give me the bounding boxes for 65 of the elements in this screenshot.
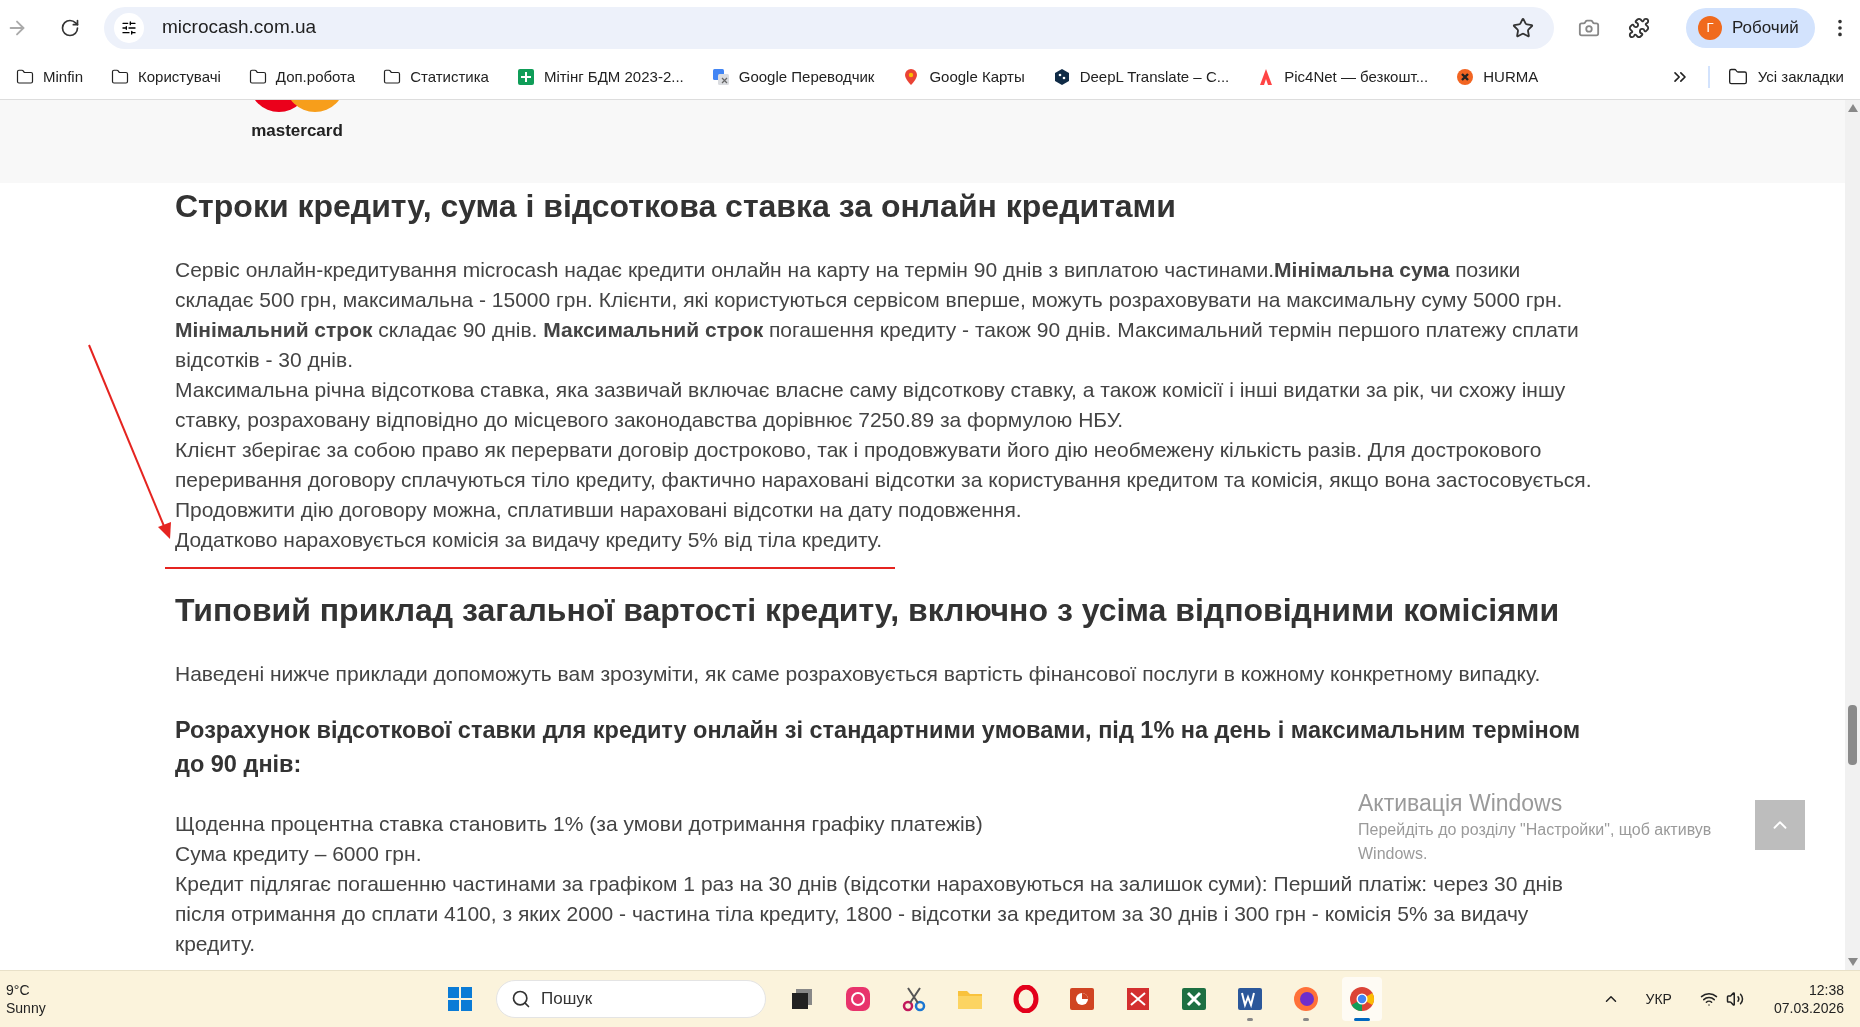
- scrollbar[interactable]: [1845, 100, 1860, 970]
- cross-icon: [1456, 68, 1475, 86]
- activation-text: Windows.: [1358, 844, 1429, 864]
- bookmark-link[interactable]: Pic4Net — безкошт...: [1257, 65, 1429, 89]
- scrollbar-thumb[interactable]: [1848, 705, 1857, 765]
- site-settings-icon[interactable]: [114, 12, 144, 43]
- paragraph: Продовжити дію договору можна, сплативши нараховані відсотки на дату подовження.: [175, 497, 1022, 523]
- scissors-icon: [900, 985, 928, 1013]
- wifi-icon[interactable]: [1699, 990, 1718, 1008]
- rounded-square-icon: [844, 985, 872, 1013]
- url-text: microcash.com.ua: [162, 15, 318, 40]
- paragraph: Клієнт зберігає за собою право як перервати договір достроково, так і продовжувати його дію необмежену кількість разів. Для дострокового переривання договору сплачуються тіло кредиту, фактично нараховані відсотки за користування кредитом та комісія, якщо вона застосовується.: [175, 437, 1593, 493]
- bookmark-link[interactable]: HURMA: [1456, 65, 1539, 89]
- folder-icon: [111, 68, 129, 86]
- activation-text: Перейдіть до розділу "Настройки", щоб активув: [1358, 820, 1712, 840]
- folder-icon: [16, 68, 34, 86]
- mastercard-logo: mastercard: [242, 100, 352, 140]
- presentation-icon: [1068, 985, 1096, 1013]
- subsection-heading: Розрахунок відсоткової ставки для кредиту онлайн зі стандартними умовами, під 1% на день і максимальним терміном до 90 днів:: [175, 716, 1582, 779]
- paragraph: Додатково нараховується комісія за видачу кредиту 5% від тіла кредиту.: [175, 527, 882, 553]
- bookmark-link[interactable]: Статистика: [383, 65, 489, 89]
- address-bar[interactable]: microcash.com.ua: [104, 6, 1554, 49]
- paragraph: Кредит підлягає погашенню частинами за графіком 1 раз на 30 днів (відсотки нараховуються на залишок суми): Перший платіж: через 30 днів після отримання до сплати 4100, з яких 2000 - частина тіла кредиту, 1800 - відсотки за кредитом за 30 днів і 300 грн - комісія 5% за видачу кредиту.: [175, 871, 1564, 957]
- profile-button[interactable]: Г Робочий: [1686, 7, 1815, 48]
- section-heading: Типовий приклад загальної вартості кредиту, включно з усіма відповідними комісіями: [175, 591, 1561, 629]
- bookmark-link[interactable]: Користувачі: [111, 65, 221, 89]
- profile-avatar: Г: [1698, 15, 1722, 40]
- reload-icon[interactable]: [60, 17, 80, 38]
- scroll-down-icon[interactable]: [1847, 958, 1858, 966]
- folder-icon: [248, 68, 267, 86]
- clock-time[interactable]: 12:38: [1808, 981, 1844, 999]
- scroll-up-icon[interactable]: [1847, 104, 1858, 112]
- bookmark-link[interactable]: Доп.робота: [248, 65, 356, 89]
- paragraph: Сервіс онлайн-кредитування microcash надає кредити онлайн на карту на термін 90 днів з виплатою частинами.Мінімальна сума позики складає 500 грн, максимальна - 15000 грн. Клієнти, які користуються сервісом вперше, можуть розраховувати на максимальну суму 5000 грн. Мінімальний строк складає 90 днів. Максимальний строк погашення кредиту - також 90 днів. Максимальний термін першого платежу сплати відсотків - 30 днів.: [175, 257, 1580, 373]
- bookmark-link[interactable]: Google Карты: [902, 65, 1025, 89]
- activation-title: Активація Windows: [1358, 789, 1564, 818]
- search-icon: [511, 989, 531, 1009]
- bookmark-star-icon[interactable]: [1512, 16, 1534, 39]
- fox-globe-icon: [1292, 985, 1320, 1013]
- extensions-icon[interactable]: [1628, 16, 1650, 39]
- section-heading: Строки кредиту, сума і відсоткова ставка за онлайн кредитами: [175, 187, 1177, 225]
- clock-date[interactable]: 07.03.2026: [1773, 999, 1844, 1017]
- bookmark-link[interactable]: Google Переводчик: [711, 65, 875, 89]
- weather-condition[interactable]: Sunny: [6, 999, 126, 1017]
- paragraph: Сума кредиту – 6000 грн.: [175, 841, 422, 867]
- paragraph: Наведені нижче приклади допоможуть вам зрозуміти, як саме розраховується вартість фінансової послуги в кожному конкретному випадку.: [175, 661, 1541, 687]
- hexagon-icon: [1052, 68, 1071, 86]
- weather-temperature[interactable]: 9°C: [6, 981, 126, 999]
- paragraph: Максимальна річна відсоткова ставка, яка зазвичай включає власне саму відсоткову ставку, а також комісії і інші видатки за рік, чи схожу іншу ставку, розраховану відповідно до місцевого законодавства дорівнює 7250.89 за формулою НБУ.: [175, 377, 1567, 433]
- folder-icon: [1727, 67, 1748, 87]
- spreadsheet-icon: [516, 68, 535, 86]
- taskbar-search-field[interactable]: Пошук: [496, 980, 766, 1018]
- bookmark-link[interactable]: Мітінг БДМ 2023-2...: [516, 65, 684, 89]
- volume-icon[interactable]: [1725, 990, 1744, 1008]
- folder-icon: [383, 68, 402, 86]
- paragraph: Щоденна процентна ставка становить 1% (за умови дотримання графіку платежів): [175, 811, 983, 837]
- spreadsheet-icon: [1180, 985, 1208, 1013]
- all-bookmarks-link[interactable]: Усі закладки: [1727, 65, 1844, 89]
- windows-logo-icon: [446, 985, 474, 1013]
- ring-icon: [1012, 985, 1040, 1013]
- bookmark-link[interactable]: Minfin: [16, 65, 83, 89]
- language-indicator[interactable]: УКР: [1645, 988, 1672, 1010]
- bookmark-link[interactable]: DeepL Translate – C...: [1052, 65, 1230, 89]
- translate-icon: [711, 68, 730, 86]
- browser-logo-icon: [1348, 985, 1376, 1013]
